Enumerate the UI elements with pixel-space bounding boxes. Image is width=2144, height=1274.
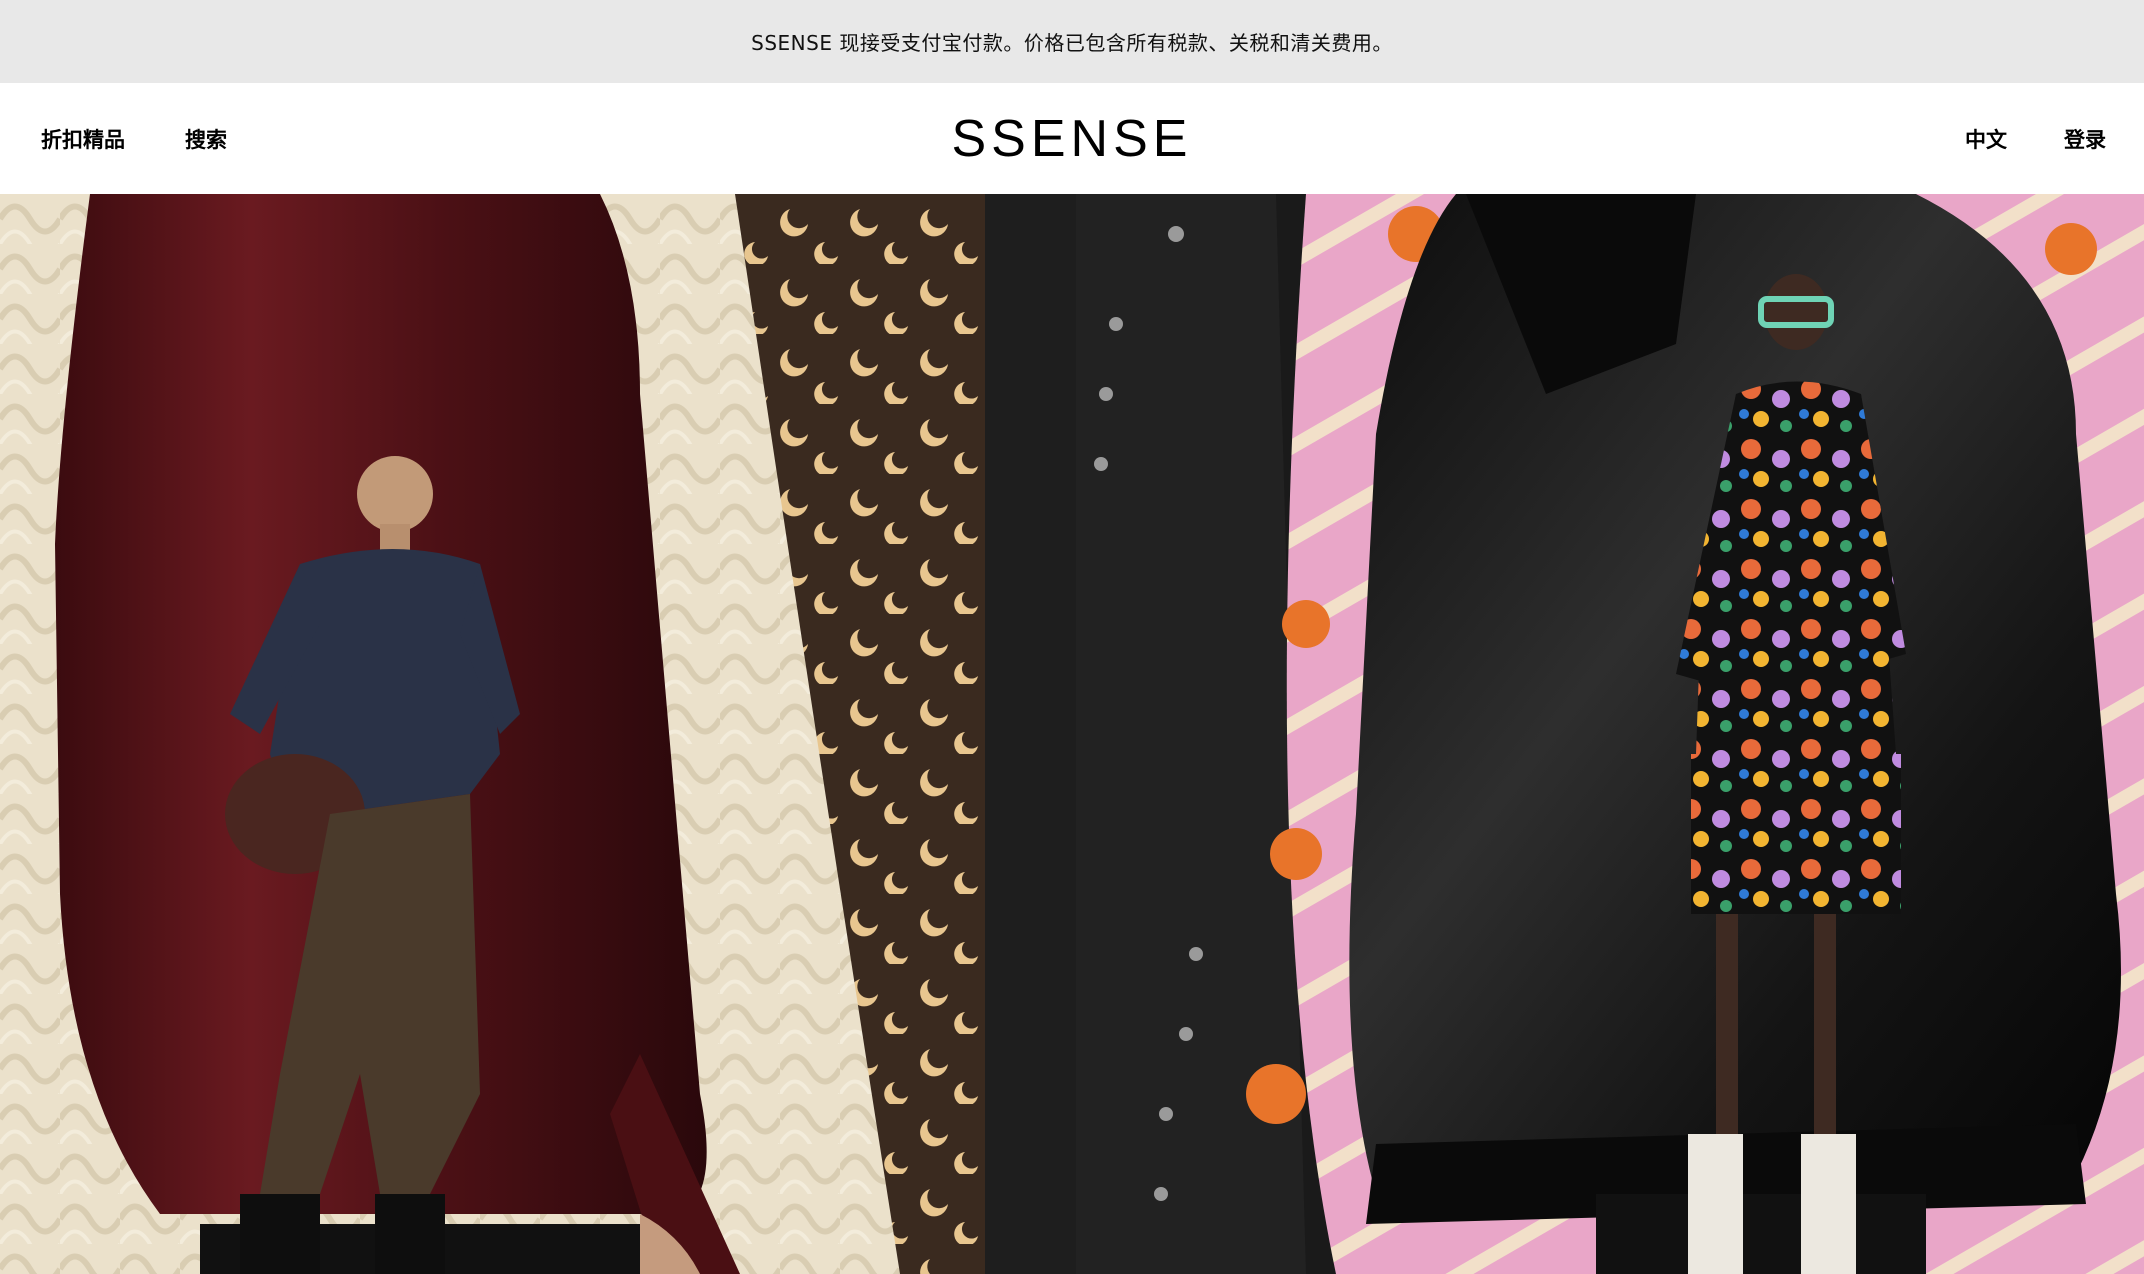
womenswear-collage-image — [1076, 194, 2144, 1274]
menswear-collage-image — [0, 194, 1076, 1274]
announcement-bar: SSENSE 现接受支付宝付款。价格已包含所有税款、关税和清关费用。 — [0, 0, 2144, 83]
hero-panel-womenswear[interactable] — [1076, 194, 2144, 1274]
logo-wrapper: SSENSE — [0, 83, 2144, 194]
hero-banner — [0, 194, 2144, 1274]
hero-panel-menswear[interactable] — [0, 194, 1076, 1274]
nav-search-link[interactable]: 搜索 — [185, 83, 227, 194]
announcement-text: SSENSE 现接受支付宝付款。价格已包含所有税款、关税和清关费用。 — [751, 31, 1393, 55]
nav-sale-link[interactable]: 折扣精品 — [41, 83, 125, 194]
top-navigation: 折扣精品 搜索 SSENSE 中文 登录 — [0, 83, 2144, 194]
ssense-logo[interactable]: SSENSE — [952, 109, 1193, 169]
language-selector[interactable]: 中文 — [1965, 83, 2007, 194]
login-link[interactable]: 登录 — [2064, 83, 2106, 194]
